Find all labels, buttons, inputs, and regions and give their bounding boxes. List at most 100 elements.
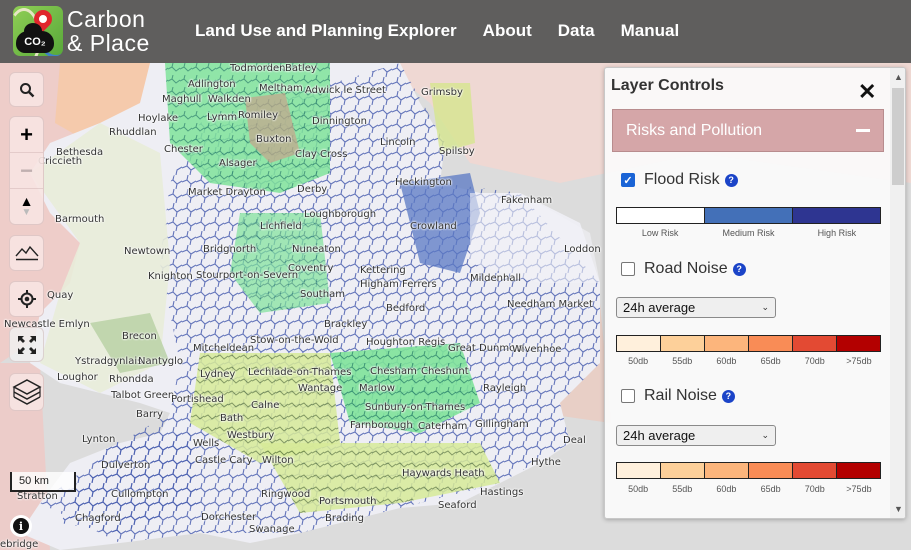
help-icon[interactable]: ? xyxy=(732,262,746,276)
town-label: Brading xyxy=(325,513,364,524)
collapse-icon[interactable] xyxy=(856,129,870,132)
legend-swatch xyxy=(617,336,661,351)
town-label: Derby xyxy=(297,184,328,195)
town-label: Wells xyxy=(193,438,220,449)
select-value: 24h average xyxy=(623,428,696,443)
town-label: Swanage xyxy=(249,524,295,535)
town-label: Loughor xyxy=(57,372,98,383)
south-arrow-icon: ▼ xyxy=(21,207,32,218)
scroll-down-icon[interactable]: ▼ xyxy=(894,504,903,514)
town-label: Cullompton xyxy=(111,489,169,500)
town-label: Lydney xyxy=(200,369,236,380)
help-icon[interactable]: ? xyxy=(721,389,735,403)
scale-bar: 50 km xyxy=(10,472,76,492)
nav-data[interactable]: Data xyxy=(558,21,595,41)
town-label: Dinnington xyxy=(312,116,367,127)
info-icon: i xyxy=(13,518,29,534)
town-label: Houghton Regis xyxy=(366,337,446,348)
road-noise-legend-labels: 50db 55db 60db 65db 70db >75db xyxy=(616,356,881,366)
layer-flood-risk: ✓ Flood Risk ? xyxy=(621,171,738,189)
attribution-info-button[interactable]: i xyxy=(10,515,32,537)
panel-scrollbar[interactable]: ▲ ▼ xyxy=(890,68,905,518)
legend-label: >75db xyxy=(846,484,872,494)
section-label: Risks and Pollution xyxy=(626,121,763,139)
nav-manual[interactable]: Manual xyxy=(621,21,680,41)
locate-button[interactable] xyxy=(9,281,44,317)
legend-swatch xyxy=(617,463,661,478)
scroll-up-icon[interactable]: ▲ xyxy=(894,72,903,82)
town-label: Wivenhoe xyxy=(512,344,562,355)
legend-label: 65db xyxy=(760,356,781,366)
town-label: Buxton xyxy=(256,134,292,145)
town-label: Wilton xyxy=(262,455,294,466)
town-label: Dorchester xyxy=(201,512,257,523)
close-icon[interactable]: ✕ xyxy=(858,81,876,103)
legend-label: 65db xyxy=(760,484,781,494)
terrain-icon xyxy=(14,245,39,261)
fullscreen-button[interactable] xyxy=(9,327,44,362)
legend-swatch xyxy=(793,208,880,223)
town-label: Heckington xyxy=(395,177,452,188)
town-label: Southam xyxy=(300,289,345,300)
zoom-in-button[interactable]: + xyxy=(10,117,43,153)
town-label: Rayleigh xyxy=(483,383,527,394)
compass-button[interactable]: ▲ ▼ xyxy=(10,189,43,225)
zoom-controls: + − ▲ ▼ xyxy=(9,116,44,225)
legend-label: 50db xyxy=(628,356,649,366)
nav-about[interactable]: About xyxy=(483,21,532,41)
legend-label: 70db xyxy=(804,356,825,366)
north-arrow-icon: ▲ xyxy=(19,193,34,209)
road-noise-checkbox[interactable] xyxy=(621,262,635,276)
layer-rail-noise: Rail Noise ? xyxy=(621,387,735,405)
zoom-out-button[interactable]: − xyxy=(10,153,43,189)
legend-swatch xyxy=(705,208,793,223)
legend-label: 55db xyxy=(672,484,693,494)
legend-swatch xyxy=(705,336,749,351)
scrollbar-thumb[interactable] xyxy=(892,88,904,185)
legend-swatch xyxy=(837,463,880,478)
nav-land-use-explorer[interactable]: Land Use and Planning Explorer xyxy=(195,21,457,41)
legend-label: 60db xyxy=(716,356,737,366)
town-label: Lechlade-on-Thames xyxy=(248,367,352,378)
brand-name[interactable]: Carbon & Place xyxy=(67,7,150,55)
town-label: Bridgnorth xyxy=(203,244,257,255)
town-label: Stow-on-the-Wold xyxy=(250,335,339,346)
town-label: Deal xyxy=(563,435,586,446)
app-header: CO₂ Carbon & Place Land Use and Planning… xyxy=(0,0,911,63)
rail-noise-checkbox[interactable] xyxy=(621,389,635,403)
rail-noise-legend xyxy=(616,462,881,479)
panel-title: Layer Controls xyxy=(611,77,724,94)
layers-button[interactable] xyxy=(9,373,44,411)
town-label: Marlow xyxy=(359,383,395,394)
town-label: Alsager xyxy=(219,158,257,169)
town-label: Brackley xyxy=(324,319,368,330)
town-label: Adlington xyxy=(188,79,236,90)
terrain-button[interactable] xyxy=(9,235,44,271)
town-label: Crowland xyxy=(410,221,457,232)
town-label: Kettering xyxy=(360,265,406,276)
search-button[interactable] xyxy=(9,72,44,107)
town-label: Hythe xyxy=(531,457,561,468)
town-label: Maghull xyxy=(162,94,202,105)
town-label: Fakenham xyxy=(501,195,553,206)
flood-risk-checkbox[interactable]: ✓ xyxy=(621,173,635,187)
town-label: Bedford xyxy=(386,303,426,314)
legend-label: Medium Risk xyxy=(722,228,775,238)
main-nav: Land Use and Planning Explorer About Dat… xyxy=(195,21,705,41)
flood-risk-legend xyxy=(616,207,881,224)
town-label: Haywards Heath xyxy=(402,468,485,479)
help-icon[interactable]: ? xyxy=(724,173,738,187)
road-noise-period-select[interactable]: 24h average ⌄ xyxy=(616,297,776,318)
town-label: Loughborough xyxy=(304,209,377,220)
carbon-place-logo[interactable]: CO₂ xyxy=(13,6,63,56)
search-icon xyxy=(19,82,34,97)
rail-noise-period-select[interactable]: 24h average ⌄ xyxy=(616,425,776,446)
town-label: Newtown xyxy=(124,246,171,257)
town-label: Barry xyxy=(136,409,163,420)
legend-swatch xyxy=(705,463,749,478)
town-label: Sunbury-on-Thames xyxy=(365,402,466,413)
town-label: Caterham xyxy=(418,421,468,432)
section-risks-and-pollution[interactable]: Risks and Pollution xyxy=(612,109,884,152)
town-label: Nuneaton xyxy=(292,244,341,255)
town-label: Loddon xyxy=(564,244,601,255)
